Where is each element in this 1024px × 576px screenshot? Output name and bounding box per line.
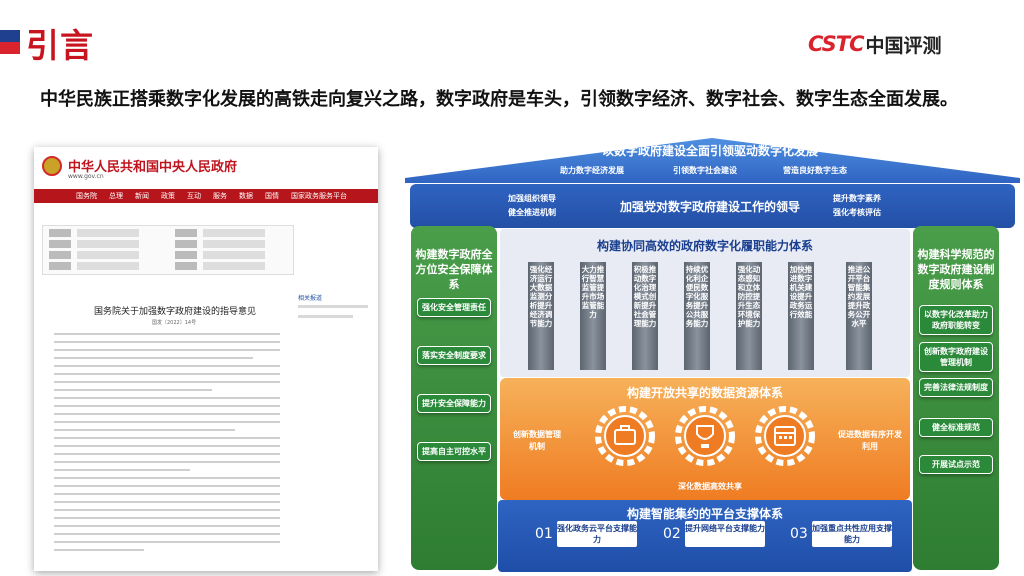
cstc-logo: CSTC 中国评测 (808, 32, 942, 57)
page-title: 引言 (26, 26, 94, 65)
platform-num: 01 (535, 526, 553, 542)
data-resource-right: 促进数据有序开发利用 (838, 430, 902, 451)
policy-document-screenshot: 中华人民共和国中央人民政府 www.gov.cn 国务院 总理 新闻 政策 互动… (34, 147, 378, 571)
doc-header: 中华人民共和国中央人民政府 www.gov.cn (34, 147, 378, 187)
platform-item: 强化政务云平台支撑能力 (557, 521, 637, 547)
regulation-item: 创新数字政府建设管理机制 (919, 342, 993, 372)
capability-column: 强化经济运行大数据监测分析提升经济调节能力 (528, 262, 554, 370)
capability-column: 大力推行智慧监管提升市场监管能力 (580, 262, 606, 370)
doc-meta-table (42, 225, 294, 275)
regulation-item: 完善法律法规制度 (919, 378, 993, 397)
band-left-item: 加强组织领导 (508, 194, 556, 203)
capability-column: 加快推进数字机关建设提升政务运行效能 (788, 262, 814, 370)
regulation-pillar-title: 构建科学规范的数字政府建设制度规则体系 (917, 248, 995, 291)
doc-nav-item: 新闻 (135, 192, 149, 200)
doc-nav-item: 国务院 (76, 192, 97, 200)
doc-nav-item: 国情 (265, 192, 279, 200)
capability-column: 持续优化利企便民数字化服务提升公共服务能力 (684, 262, 710, 370)
data-resource-title: 构建开放共享的数据资源体系 (626, 386, 783, 400)
capability-column-text: 推进公开平台智能集约发展提升政务公开水平 (847, 265, 871, 328)
security-item: 提升安全保障能力 (417, 394, 491, 413)
roof-sub-3: 营造良好数字生态 (783, 166, 847, 175)
capability-column-text: 持续优化利企便民数字化服务提升公共服务能力 (685, 265, 709, 328)
roof-title: 以数字政府建设全面引领驱动数字化发展 (601, 144, 818, 158)
roof-sub-2: 引领数字社会建设 (673, 166, 737, 175)
capability-column-text: 加快推进数字机关建设提升政务运行效能 (789, 265, 813, 319)
regulation-item: 开展试点示范 (919, 455, 993, 474)
capability-title: 构建协同高效的政府数字化履职能力体系 (596, 239, 813, 253)
doc-nav-bar: 国务院 总理 新闻 政策 互动 服务 数据 国情 国家政务服务平台 (34, 189, 378, 203)
header-flag-blue (0, 30, 20, 42)
capability-column-text: 大力推行智慧监管提升市场监管能力 (581, 265, 605, 319)
headline: 中华民族正搭乘数字化发展的高铁走向复兴之路，数字政府是车头，引领数字经济、数字社… (40, 89, 958, 110)
band-right: 提升数字素养 强化考核评估 (833, 192, 881, 220)
logo-text: 中国评测 (865, 34, 942, 57)
capability-column-text: 强化经济运行大数据监测分析提升经济调节能力 (529, 265, 553, 328)
capability-column: 积极推动数字化治理模式创新提升社会管理能力 (632, 262, 658, 370)
platform-title: 构建智能集约的平台支撑体系 (626, 507, 783, 521)
capability-column-text: 强化动态感知和立体防控提升生态环境保护能力 (737, 265, 761, 328)
trophy-gear-icon (675, 406, 735, 466)
band-left-item: 健全推进机制 (508, 208, 556, 217)
security-item: 强化安全管理责任 (417, 298, 491, 317)
doc-side-line (298, 305, 368, 308)
security-item: 提高自主可控水平 (417, 442, 491, 461)
band-right-item: 强化考核评估 (833, 208, 881, 217)
data-resource-left: 创新数据管理机制 (513, 430, 561, 451)
capability-column: 强化动态感知和立体防控提升生态环境保护能力 (736, 262, 762, 370)
doc-site-url: www.gov.cn (68, 173, 104, 180)
platform-item: 提升网络平台支撑能力 (685, 521, 765, 547)
header-flag-red (0, 42, 20, 54)
platform-item: 加强重点共性应用支撑能力 (812, 521, 892, 547)
doc-article-title: 国务院关于加强数字政府建设的指导意见 (94, 307, 257, 317)
doc-nav-item: 数据 (239, 192, 253, 200)
calendar-gear-icon (755, 406, 815, 466)
doc-body-text (54, 333, 280, 557)
regulation-item: 健全标准规范 (919, 418, 993, 437)
roof-sub-1: 助力数字经济发展 (560, 166, 624, 175)
data-resource-bottom: 深化数据高效共享 (678, 482, 742, 491)
band-right-item: 提升数字素养 (833, 194, 881, 203)
capability-column-text: 积极推动数字化治理模式创新提升社会管理能力 (633, 265, 657, 328)
doc-nav-item: 服务 (213, 192, 227, 200)
doc-nav-item: 互动 (187, 192, 201, 200)
doc-nav-item: 总理 (109, 192, 123, 200)
capability-column: 推进公开平台智能集约发展提升政务公开水平 (846, 262, 872, 370)
national-emblem-icon (42, 156, 62, 176)
security-pillar-title: 构建数字政府全方位安全保障体系 (415, 248, 493, 291)
briefcase-gear-icon (595, 406, 655, 466)
band-main-title: 加强党对数字政府建设工作的领导 (619, 200, 800, 214)
logo-mark: CSTC (808, 32, 865, 56)
doc-article-number: 国发〔2022〕14号 (152, 320, 197, 326)
doc-nav-item: 国家政务服务平台 (291, 192, 347, 200)
band-left: 加强组织领导 健全推进机制 (508, 192, 556, 220)
platform-num: 02 (663, 526, 681, 542)
doc-nav-item: 政策 (161, 192, 175, 200)
regulation-item: 以数字化改革助力政府职能转变 (919, 305, 993, 335)
doc-side-title: 相关报道 (298, 295, 323, 302)
platform-num: 03 (790, 526, 808, 542)
doc-side-line (298, 315, 353, 318)
security-item: 落实安全制度要求 (417, 346, 491, 365)
